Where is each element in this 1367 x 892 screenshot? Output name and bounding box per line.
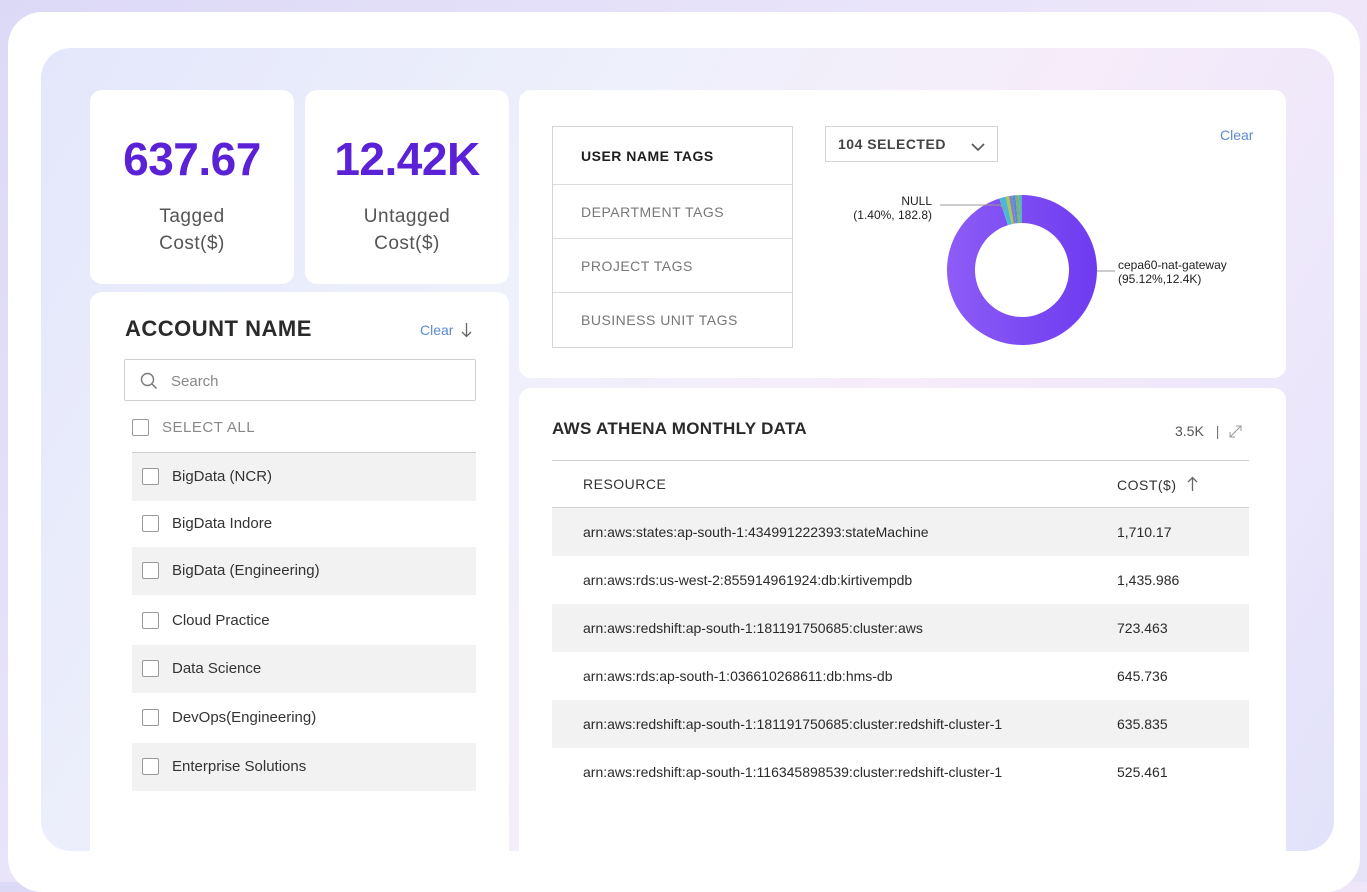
- account-checkbox[interactable]: [142, 758, 159, 775]
- donut-label-main-name: cepa60-nat-gateway: [1118, 258, 1227, 272]
- account-name-panel: ACCOUNT NAME Clear SELECT ALL BigData (N…: [90, 292, 509, 851]
- account-search: [124, 359, 476, 402]
- account-item[interactable]: DevOps(Engineering): [132, 694, 476, 742]
- account-checkbox[interactable]: [142, 709, 159, 726]
- donut-label-null-name: NULL: [901, 194, 932, 208]
- column-header-cost-label: COST($): [1117, 477, 1177, 493]
- account-name-title: ACCOUNT NAME: [125, 316, 312, 341]
- account-item[interactable]: Enterprise Solutions: [132, 743, 476, 791]
- cost-cell: 525.461: [1117, 764, 1168, 780]
- arrow-down-icon[interactable]: [461, 322, 472, 341]
- table-row[interactable]: arn:aws:rds:us-west-2:855914961924:db:ki…: [552, 556, 1249, 604]
- resource-cell: arn:aws:rds:us-west-2:855914961924:db:ki…: [583, 572, 913, 588]
- tags-panel: USER NAME TAGS DEPARTMENT TAGS PROJECT T…: [519, 90, 1286, 378]
- cost-cell: 1,710.17: [1117, 524, 1172, 540]
- select-all-checkbox[interactable]: [132, 419, 149, 436]
- dashboard: 637.67 Tagged Cost($) 12.42K Untagged Co…: [41, 48, 1334, 851]
- donut-leader-null: [940, 204, 1006, 211]
- athena-table-panel: AWS ATHENA MONTHLY DATA 3.5K | RESOURCE …: [519, 388, 1286, 851]
- untagged-cost-label: Untagged Cost($): [305, 203, 509, 257]
- account-item-label: BigData (NCR): [172, 468, 273, 485]
- untagged-cost-value: 12.42K: [334, 133, 480, 185]
- resource-cell: arn:aws:states:ap-south-1:434991222393:s…: [583, 524, 929, 540]
- donut-label-main-value: (95.12%,12.4K): [1118, 272, 1202, 286]
- athena-table: RESOURCE COST($) arn:aws:states:ap-south…: [552, 460, 1249, 796]
- donut-slice-other-2[interactable]: [1012, 195, 1018, 224]
- donut-slice-other-1[interactable]: [1008, 195, 1016, 224]
- tagged-cost-value: 637.67: [123, 133, 261, 185]
- donut-slice-other-4[interactable]: [1018, 195, 1022, 224]
- donut-label-null: NULL (1.40%, 182.8): [842, 194, 932, 222]
- account-item[interactable]: BigData (Engineering): [132, 547, 476, 595]
- account-clear-label: Clear: [420, 322, 454, 338]
- untagged-cost-label-line1: Untagged: [363, 206, 451, 227]
- resource-cell: arn:aws:rds:ap-south-1:036610268611:db:h…: [583, 668, 893, 684]
- tagged-cost-label-line2: Cost($): [159, 233, 225, 254]
- column-header-cost[interactable]: COST($): [1117, 476, 1198, 495]
- table-row[interactable]: arn:aws:states:ap-south-1:434991222393:s…: [552, 508, 1249, 556]
- account-checkbox[interactable]: [142, 562, 159, 579]
- account-item[interactable]: BigData Indore: [132, 500, 476, 548]
- donut-slice-other-3[interactable]: [1015, 195, 1020, 224]
- cost-cell: 645.736: [1117, 668, 1168, 684]
- tagged-cost-card: 637.67 Tagged Cost($): [90, 90, 294, 284]
- arrow-up-icon[interactable]: [1187, 476, 1198, 495]
- donut-slice-other-0[interactable]: [1005, 196, 1014, 225]
- table-row[interactable]: arn:aws:rds:ap-south-1:036610268611:db:h…: [552, 652, 1249, 700]
- account-item[interactable]: BigData (NCR): [132, 453, 476, 501]
- athena-table-meta: 3.5K |: [1175, 423, 1242, 441]
- account-item-label: Data Science: [172, 660, 262, 677]
- table-row[interactable]: arn:aws:redshift:ap-south-1:116345898539…: [552, 748, 1249, 796]
- tag-values-dropdown[interactable]: 104 SELECTED: [825, 126, 998, 162]
- chevron-down-icon: [971, 139, 985, 157]
- search-icon: [140, 372, 158, 395]
- tab-user-name-tags[interactable]: USER NAME TAGS: [553, 127, 792, 185]
- expand-icon[interactable]: [1229, 425, 1242, 441]
- table-row[interactable]: arn:aws:redshift:ap-south-1:181191750685…: [552, 604, 1249, 652]
- dropdown-selected-label: 104 SELECTED: [838, 136, 946, 152]
- tab-department-tags[interactable]: DEPARTMENT TAGS: [553, 185, 792, 239]
- table-header: RESOURCE COST($): [552, 460, 1249, 508]
- untagged-cost-label-line2: Cost($): [374, 233, 440, 254]
- account-search-input[interactable]: [169, 360, 463, 402]
- tagged-cost-label: Tagged Cost($): [90, 203, 294, 257]
- account-item-label: Enterprise Solutions: [172, 758, 307, 775]
- cost-cell: 723.463: [1117, 620, 1168, 636]
- tagged-cost-label-line1: Tagged: [159, 206, 225, 227]
- resource-cell: arn:aws:redshift:ap-south-1:116345898539…: [583, 764, 1003, 780]
- account-checkbox[interactable]: [142, 660, 159, 677]
- table-row[interactable]: arn:aws:redshift:ap-south-1:181191750685…: [552, 700, 1249, 748]
- account-item-label: DevOps(Engineering): [172, 709, 317, 726]
- tags-clear-button[interactable]: Clear: [1220, 127, 1253, 143]
- donut-label-main: cepa60-nat-gateway (95.12%,12.4K): [1118, 258, 1227, 286]
- untagged-cost-card: 12.42K Untagged Cost($): [305, 90, 509, 284]
- cost-cell: 1,435.986: [1117, 572, 1180, 588]
- account-item[interactable]: Data Science: [132, 645, 476, 693]
- donut-slice-NULL[interactable]: [999, 196, 1012, 226]
- account-clear-button[interactable]: Clear: [420, 322, 472, 341]
- cost-cell: 635.835: [1117, 716, 1168, 732]
- account-item-label: BigData Indore: [172, 515, 273, 532]
- account-item-label: Cloud Practice: [172, 612, 270, 629]
- athena-total: 3.5K: [1175, 423, 1204, 439]
- column-header-resource[interactable]: RESOURCE: [583, 476, 666, 492]
- tab-business-unit-tags[interactable]: BUSINESS UNIT TAGS: [553, 293, 792, 347]
- tab-project-tags[interactable]: PROJECT TAGS: [553, 239, 792, 293]
- donut-slice-cepa60-nat-gateway[interactable]: [946, 195, 1097, 345]
- select-all-label: SELECT ALL: [162, 419, 256, 436]
- account-checkbox[interactable]: [142, 515, 159, 532]
- meta-divider: |: [1215, 423, 1220, 439]
- resource-cell: arn:aws:redshift:ap-south-1:181191750685…: [583, 620, 923, 636]
- account-checkbox[interactable]: [142, 468, 159, 485]
- athena-table-title: AWS ATHENA MONTHLY DATA: [552, 419, 807, 438]
- account-checkbox[interactable]: [142, 612, 159, 629]
- tag-type-list: USER NAME TAGS DEPARTMENT TAGS PROJECT T…: [552, 126, 793, 348]
- account-item-label: BigData (Engineering): [172, 562, 320, 579]
- donut-label-null-value: (1.40%, 182.8): [853, 208, 932, 222]
- resource-cell: arn:aws:redshift:ap-south-1:181191750685…: [583, 716, 1003, 732]
- account-item[interactable]: Cloud Practice: [132, 597, 476, 645]
